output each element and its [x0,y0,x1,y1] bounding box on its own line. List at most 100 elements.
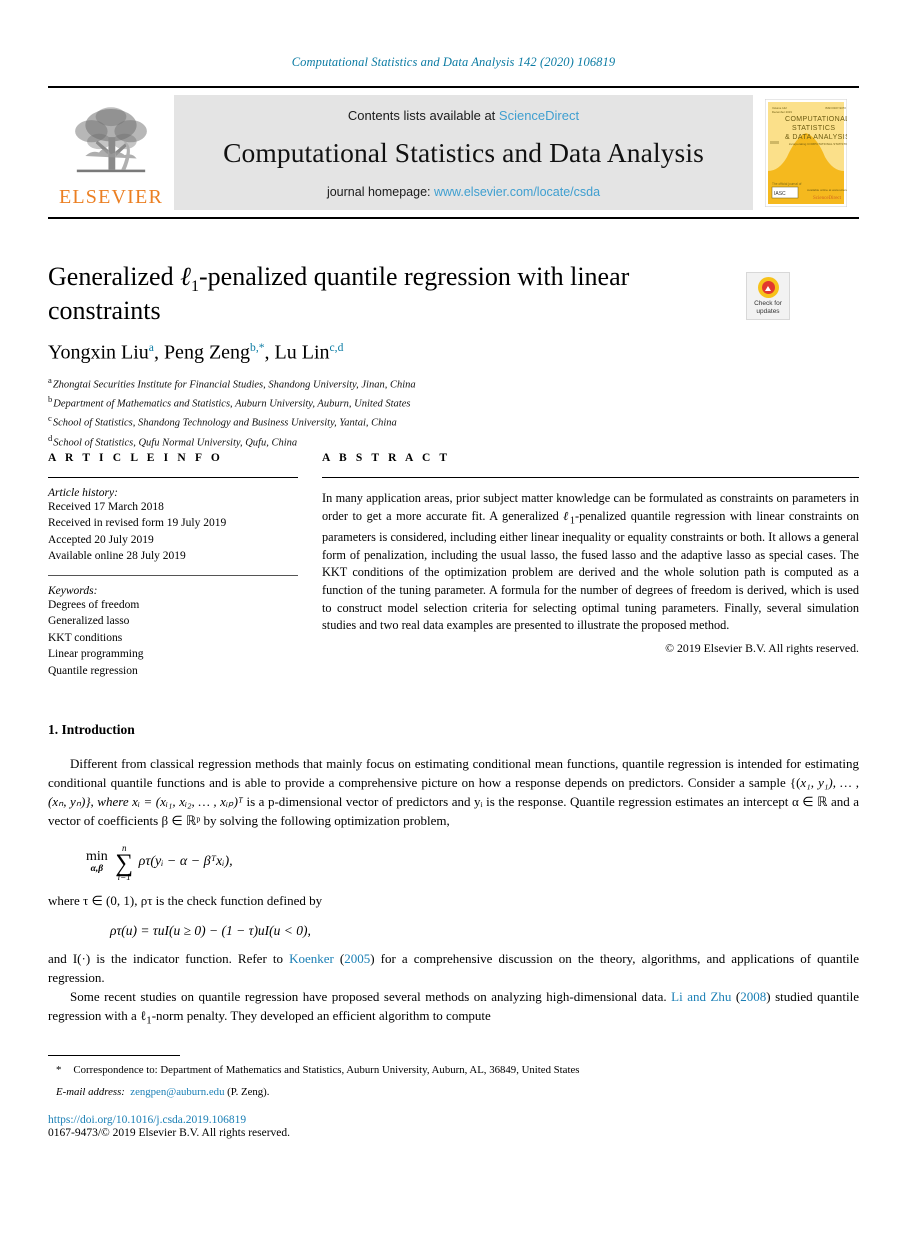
equation-summation: n ∑ i=1 [115,844,133,882]
svg-text:The official journal of: The official journal of [772,182,801,186]
affiliation-row: dSchool of Statistics, Qufu Normal Unive… [48,432,738,451]
equation-body: ρτ(yᵢ − α − βᵀxᵢ), [138,854,233,870]
crossmark-label: Check for updates [754,300,782,315]
affiliation-row: bDepartment of Mathematics and Statistic… [48,393,738,412]
title-ell-symbol: ℓ [180,262,191,292]
equation-min-operator: min α,β [86,848,108,874]
affiliation-mark: d [48,432,53,443]
abstract-rule [322,477,859,478]
paragraph-intro-1: Different from classical regression meth… [48,754,859,830]
affiliation-text: School of Statistics, Shandong Technolog… [52,417,397,429]
footnote-email-link[interactable]: zengpen@auburn.edu [130,1086,224,1098]
keyword-item: Linear programming [48,648,144,661]
abstract-part-2: -penalized quantile regression with line… [322,508,860,633]
keyword-item: Quantile regression [48,664,138,677]
keywords-title: Keywords: [48,584,98,597]
affiliation-row: aZhongtai Securities Institute for Finan… [48,374,738,393]
affiliation-text: Department of Mathematics and Statistics… [53,398,411,410]
citation-li-and-zhu[interactable]: Li and Zhu [671,989,731,1004]
paragraph-part-b: ( [333,951,345,967]
affiliation-list: aZhongtai Securities Institute for Finan… [48,374,738,452]
svg-text:IASC: IASC [774,191,786,197]
footnote-email-suffix: (P. Zeng). [224,1086,270,1099]
doi-link[interactable]: https://doi.org/10.1016/j.csda.2019.1068… [48,1114,859,1126]
title-block: Generalized ℓ1-penalized quantile regres… [48,262,738,451]
affiliation-row: cSchool of Statistics, Shandong Technolo… [48,412,738,431]
svg-text:STATISTICS: STATISTICS [792,125,835,132]
footnote-email-line: E-mail address: zengpen@auburn.edu (P. Z… [48,1084,859,1100]
article-page: Computational Statistics and Data Analys… [0,0,907,1238]
article-history-item: Available online 28 July 2019 [48,550,186,563]
author-name: Lu Lin [274,341,330,364]
affiliation-mark: c [48,413,52,424]
keywords-block: Keywords: Degrees of freedom Generalized… [48,585,298,679]
svg-text:& DATA ANALYSIS: & DATA ANALYSIS [785,134,847,141]
elsevier-tree-icon [75,106,147,172]
article-info-column: A R T I C L E I N F O Article history: R… [48,452,298,679]
journal-homepage-link[interactable]: www.elsevier.com/locate/csda [434,185,600,199]
homepage-prefix: journal homepage: [326,185,434,199]
article-info-heading: A R T I C L E I N F O [48,452,223,464]
citation-year[interactable]: 2005 [344,951,370,966]
paragraph-check-function-lead: where τ ∈ (0, 1), ρτ is the check functi… [48,892,323,908]
footnote-correspondence-text: Correspondence to: Department of Mathema… [73,1064,580,1076]
sciencedirect-link[interactable]: ScienceDirect [499,108,579,123]
journal-cover-image: COMPUTATIONAL STATISTICS & DATA ANALYSIS… [765,98,847,207]
footnote-rule [48,1055,180,1056]
title-part-1: Generalized [48,262,181,291]
article-info-rule-mid [48,574,298,576]
paragraph-part-b: ( [731,989,741,1005]
svg-text:December 2019: December 2019 [772,110,792,114]
footnote-star-marker: * [56,1064,62,1076]
abstract-ell-symbol: ℓ [563,508,570,523]
crossmark-line-1: Check for [754,300,782,308]
journal-masthead: ELSEVIER Contents lists available at Sci… [48,86,859,219]
journal-homepage-line: journal homepage: www.elsevier.com/locat… [327,185,600,199]
elsevier-logo: ELSEVIER [48,88,174,217]
title-subscript: 1 [190,278,199,296]
article-history-item: Received 17 March 2018 [48,501,164,513]
keyword-item: Degrees of freedom [48,598,140,611]
keyword-item: Generalized lasso [48,615,130,628]
affiliation-text: Zhongtai Securities Institute for Financ… [52,379,416,391]
affiliation-mark: b [48,393,53,404]
issn-copyright: 0167-9473/© 2019 Elsevier B.V. All right… [48,1127,291,1139]
svg-text:Available online at www.scienc: Available online at www.sciencedirect.co… [807,188,847,192]
equation-min-label: min [86,848,108,864]
page-footer: https://doi.org/10.1016/j.csda.2019.1068… [48,1114,859,1139]
journal-band: Contents lists available at ScienceDirec… [174,95,753,210]
equation-quantile-objective: min α,β n ∑ i=1 ρτ(yᵢ − α − βᵀxᵢ), [86,843,859,882]
footnote-block: * Correspondence to: Department of Mathem… [48,1055,859,1100]
abstract-heading: A B S T R A C T [322,452,451,464]
check-for-updates-badge[interactable]: Check for updates [746,272,790,320]
svg-text:incorporating COMPUTATIONAL ST: incorporating COMPUTATIONAL STATISTICS [789,142,847,146]
paragraph-part-d: -norm penalty. They developed an efficie… [151,1008,491,1024]
svg-text:COMPUTATIONAL: COMPUTATIONAL [785,116,847,123]
article-info-rule-top [48,477,298,478]
footnote-correspondence: * Correspondence to: Department of Mathem… [48,1062,859,1078]
author-list: Yongxin Liua, Peng Zengb,*, Lu Linc,d [48,341,738,365]
journal-title: Computational Statistics and Data Analys… [223,137,704,168]
affiliation-mark: a [48,374,52,385]
equation-sum-lower: i=1 [117,871,131,882]
crossmark-icon [757,277,779,299]
equation-min-subscript: α,β [90,863,104,874]
equation-check-function: ρτ(u) = τuI(u ≥ 0) − (1 − τ)uI(u < 0), [110,923,311,939]
author-affil-mark[interactable]: b,* [250,341,265,354]
abstract-copyright: © 2019 Elsevier B.V. All rights reserved… [665,641,859,656]
paragraph-part-a: and I(·) is the indicator function. Refe… [48,951,290,967]
affiliation-text: School of Statistics, Qufu Normal Univer… [53,437,298,449]
citation-year[interactable]: 2008 [740,989,766,1004]
abstract-column: A B S T R A C T In many application area… [322,452,859,656]
author-affil-mark[interactable]: c,d [330,341,344,354]
author-sep: , [264,341,275,364]
crossmark-line-2: updates [756,307,780,315]
page-title: Generalized ℓ1-penalized quantile regres… [48,262,738,327]
paragraph-intro-3: Some recent studies on quantile regressi… [48,987,859,1030]
paragraph-intro-2: and I(·) is the indicator function. Refe… [48,949,859,987]
contents-available-line: Contents lists available at ScienceDirec… [348,108,579,123]
author-name: Yongxin Liu [48,341,149,364]
citation-koenker[interactable]: Koenker [289,951,334,966]
article-history-item: Accepted 20 July 2019 [48,533,154,546]
elsevier-wordmark: ELSEVIER [58,185,164,208]
